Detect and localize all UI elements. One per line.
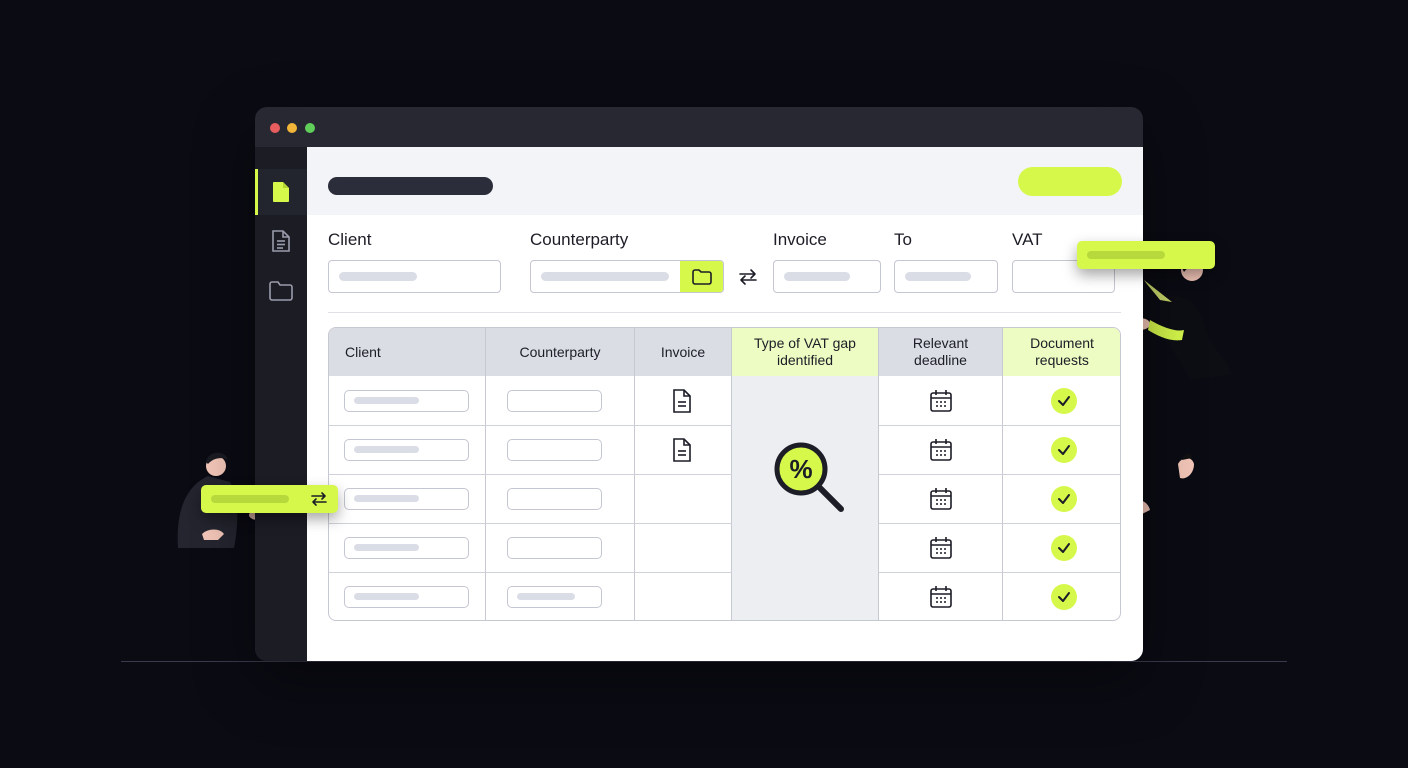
column-header-counterparty[interactable]: Counterparty	[486, 328, 635, 376]
calendar-icon[interactable]	[928, 535, 954, 561]
calendar-icon[interactable]	[928, 388, 954, 414]
swap-arrows-icon	[310, 491, 328, 512]
close-window-button[interactable]	[270, 123, 280, 133]
to-filter-label: To	[894, 230, 912, 249]
client-cell-field[interactable]	[344, 439, 469, 461]
row-divider	[879, 523, 1120, 524]
sidebar-item-documents[interactable]	[255, 169, 307, 215]
client-filter-label: Client	[328, 230, 372, 249]
counterparty-cell-field[interactable]	[507, 586, 602, 608]
row-divider	[329, 425, 732, 426]
row-divider	[879, 572, 1120, 573]
invoice-filter-label: Invoice	[773, 230, 827, 249]
document-filled-icon	[273, 182, 289, 202]
calendar-icon[interactable]	[928, 486, 954, 512]
swap-arrows-icon[interactable]	[736, 266, 760, 288]
minimize-window-button[interactable]	[287, 123, 297, 133]
client-cell-field[interactable]	[344, 488, 469, 510]
browse-folder-button[interactable]	[680, 261, 723, 292]
counterparty-cell-field[interactable]	[507, 439, 602, 461]
check-icon[interactable]	[1051, 388, 1077, 414]
client-filter-input[interactable]	[328, 260, 501, 293]
tag-placeholder-bar	[211, 495, 289, 503]
column-header-client[interactable]: Client	[329, 328, 486, 376]
row-divider	[329, 572, 732, 573]
to-filter-input[interactable]	[894, 260, 998, 293]
floating-tag-left[interactable]	[201, 485, 338, 513]
vat-filter-label: VAT	[1012, 230, 1043, 249]
row-divider	[879, 425, 1120, 426]
folder-icon	[691, 268, 712, 285]
counterparty-cell-field[interactable]	[507, 390, 602, 412]
divider	[328, 312, 1121, 313]
column-header-invoice[interactable]: Invoice	[635, 328, 732, 376]
calendar-icon[interactable]	[928, 584, 954, 610]
counterparty-filter-label: Counterparty	[530, 230, 629, 249]
svg-text:%: %	[789, 454, 812, 484]
ground-line	[121, 661, 1287, 662]
calendar-icon[interactable]	[928, 437, 954, 463]
app-window: Client Counterparty Invoice To VAT Clien…	[255, 107, 1143, 661]
client-cell-field[interactable]	[344, 537, 469, 559]
vat-table: Client Counterparty Invoice Type of VAT …	[328, 327, 1121, 621]
sidebar-item-folders[interactable]	[255, 268, 307, 314]
input-placeholder-bar	[339, 272, 417, 281]
page-title-placeholder	[328, 177, 493, 195]
percent-magnifier-icon[interactable]: %	[772, 440, 850, 518]
document-icon[interactable]	[670, 388, 694, 414]
main-panel: Client Counterparty Invoice To VAT Clien…	[307, 147, 1143, 661]
document-icon[interactable]	[670, 437, 694, 463]
column-header-vat-gap[interactable]: Type of VAT gap identified	[732, 328, 879, 376]
tag-placeholder-bar	[1087, 251, 1165, 259]
client-cell-field[interactable]	[344, 390, 469, 412]
maximize-window-button[interactable]	[305, 123, 315, 133]
counterparty-cell-field[interactable]	[507, 537, 602, 559]
counterparty-filter-input[interactable]	[530, 260, 724, 293]
column-header-deadline[interactable]: Relevant deadline	[879, 328, 1003, 376]
top-bar	[307, 147, 1143, 215]
input-placeholder-bar	[541, 272, 669, 281]
sidebar-item-reports[interactable]	[255, 218, 307, 264]
input-placeholder-bar	[905, 272, 971, 281]
sidebar	[255, 147, 307, 661]
client-cell-field[interactable]	[344, 586, 469, 608]
check-icon[interactable]	[1051, 486, 1077, 512]
check-icon[interactable]	[1051, 584, 1077, 610]
invoice-filter-input[interactable]	[773, 260, 881, 293]
input-placeholder-bar	[784, 272, 850, 281]
counterparty-cell-field[interactable]	[507, 488, 602, 510]
row-divider	[329, 474, 732, 475]
primary-action-button[interactable]	[1018, 167, 1122, 196]
check-icon[interactable]	[1051, 437, 1077, 463]
column-header-document-requests[interactable]: Document requests	[1003, 328, 1120, 376]
floating-tag-right[interactable]	[1077, 241, 1215, 269]
folder-icon	[269, 281, 293, 301]
check-icon[interactable]	[1051, 535, 1077, 561]
row-divider	[879, 474, 1120, 475]
row-divider	[329, 523, 732, 524]
document-lines-icon	[272, 230, 290, 252]
